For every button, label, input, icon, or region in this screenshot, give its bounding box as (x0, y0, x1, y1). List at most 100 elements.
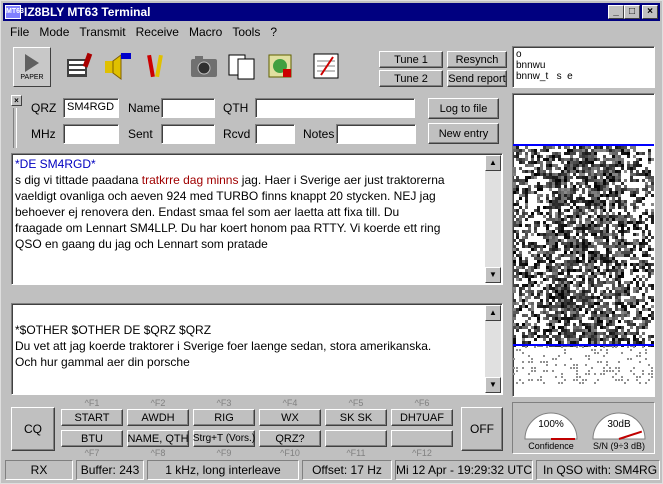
waterfall-cell (579, 149, 582, 152)
waterfall-cell (564, 352, 566, 354)
macro-button[interactable]: BTU (61, 430, 123, 447)
mhz-field[interactable] (63, 124, 119, 144)
title-bar[interactable]: MT63 IZ8BLY MT63 Terminal _ □ × (3, 3, 660, 21)
tx-speaker-button[interactable] (99, 47, 133, 85)
menu-transmit[interactable]: Transmit (74, 23, 130, 41)
waterfall-cell (588, 179, 591, 182)
waterfall-cell (648, 373, 650, 375)
menu-mode[interactable]: Mode (34, 23, 74, 41)
macro-button[interactable]: SK SK (325, 409, 387, 426)
waterfall-cell (549, 185, 552, 188)
waterfall-cell (591, 269, 594, 272)
logbook-button[interactable] (309, 47, 343, 85)
notes-field[interactable] (336, 124, 416, 144)
waterfall-cell (513, 185, 516, 188)
tune1-button[interactable]: Tune 1 (379, 51, 443, 68)
waterfall-cell (513, 173, 516, 176)
waterfall-cell (636, 179, 639, 182)
cq-button[interactable]: CQ (11, 407, 55, 451)
close-button[interactable]: × (642, 5, 658, 19)
macro-button[interactable] (325, 430, 387, 447)
macro-button[interactable]: WX (259, 409, 321, 426)
waterfall-cell (621, 263, 624, 266)
paper-button[interactable]: PAPER (13, 47, 51, 87)
tx-scrollbar[interactable]: ▲ ▼ (485, 305, 501, 393)
waterfall-cell (642, 245, 645, 248)
waterfall-cell (522, 352, 524, 354)
waterfall-cell (627, 323, 630, 326)
scroll-down-icon[interactable]: ▼ (485, 377, 501, 393)
waterfall-cell (549, 338, 552, 341)
waterfall-cell (582, 227, 585, 230)
tune2-button[interactable]: Tune 2 (379, 70, 443, 87)
macro-button[interactable] (391, 430, 453, 447)
name-field[interactable] (161, 98, 215, 118)
waterfall-cell (642, 305, 645, 308)
rx-text-area[interactable]: *DE SM4RGD* s dig vi tittade paadana tra… (11, 153, 503, 285)
menu-macro[interactable]: Macro (184, 23, 227, 41)
waterfall-cell (549, 161, 552, 164)
waterfall-cell (522, 367, 524, 369)
tx-text-area[interactable]: *$OTHER $OTHER DE $QRZ $QRZ Du vet att j… (11, 303, 503, 395)
resynch-button[interactable]: Resynch (447, 51, 507, 68)
rx-keyboard-mic-button[interactable] (63, 47, 97, 85)
close-log-icon[interactable]: × (11, 95, 22, 106)
scroll-up-icon[interactable]: ▲ (485, 155, 501, 171)
waterfall-cell (627, 320, 630, 323)
log-panel-grip[interactable] (13, 108, 17, 148)
menu-help[interactable]: ? (265, 23, 282, 41)
pane-splitter[interactable] (11, 289, 503, 299)
macro-button[interactable]: DH7UAF (391, 409, 453, 426)
qrz-field[interactable]: SM4RGD (63, 98, 119, 118)
waterfall-cell (513, 317, 516, 320)
waterfall-cell (594, 287, 597, 290)
waterfall-cell (567, 191, 570, 194)
waterfall-cell (651, 257, 654, 260)
macro-button[interactable]: START (61, 409, 123, 426)
waterfall-cell (528, 379, 530, 381)
sent-field[interactable] (161, 124, 215, 144)
callsign-list[interactable]: o bnnwu bnnw_t s e (512, 46, 655, 88)
rcvd-field[interactable] (255, 124, 295, 144)
waterfall-cell (588, 215, 591, 218)
macro-button[interactable]: NAME, QTH (127, 430, 189, 447)
scroll-up-icon[interactable]: ▲ (485, 305, 501, 321)
off-button[interactable]: OFF (461, 407, 503, 451)
tools-button[interactable] (139, 47, 173, 85)
menu-receive[interactable]: Receive (131, 23, 184, 41)
waterfall-cell (651, 158, 654, 161)
waterfall-cell (648, 379, 650, 381)
menu-tools[interactable]: Tools (227, 23, 265, 41)
macro-button[interactable]: Strg+T (Vors.) (193, 430, 255, 447)
waterfall-cell (534, 332, 537, 335)
waterfall-cell (528, 275, 531, 278)
log-to-file-button[interactable]: Log to file (428, 98, 499, 119)
scroll-down-icon[interactable]: ▼ (485, 267, 501, 283)
qth-field[interactable] (255, 98, 415, 118)
waterfall-cell (624, 152, 627, 155)
waterfall-cell (528, 355, 530, 357)
waterfall-cell (519, 308, 522, 311)
waterfall-display[interactable] (512, 93, 655, 397)
qsl-card-button[interactable] (263, 47, 297, 85)
blabla-button[interactable] (225, 47, 259, 85)
send-report-button[interactable]: Send report (447, 70, 507, 87)
macro-button[interactable]: QRZ? (259, 430, 321, 447)
maximize-button[interactable]: □ (624, 5, 640, 19)
waterfall-cell (546, 257, 549, 260)
waterfall-cell (570, 152, 573, 155)
rx-scrollbar[interactable]: ▲ ▼ (485, 155, 501, 283)
minimize-button[interactable]: _ (608, 5, 624, 19)
waterfall-cell (615, 299, 618, 302)
menu-file[interactable]: File (5, 23, 34, 41)
list-item: bnnw_t s e (516, 71, 573, 82)
macro-button[interactable]: AWDH (127, 409, 189, 426)
waterfall-cell (561, 296, 564, 299)
waterfall-cell (567, 179, 570, 182)
waterfall-cell (546, 233, 549, 236)
macro-button[interactable]: RIG (193, 409, 255, 426)
camera-button[interactable] (187, 47, 221, 85)
waterfall-cell (615, 239, 618, 242)
waterfall-cell (534, 209, 537, 212)
new-entry-button[interactable]: New entry (428, 123, 499, 144)
